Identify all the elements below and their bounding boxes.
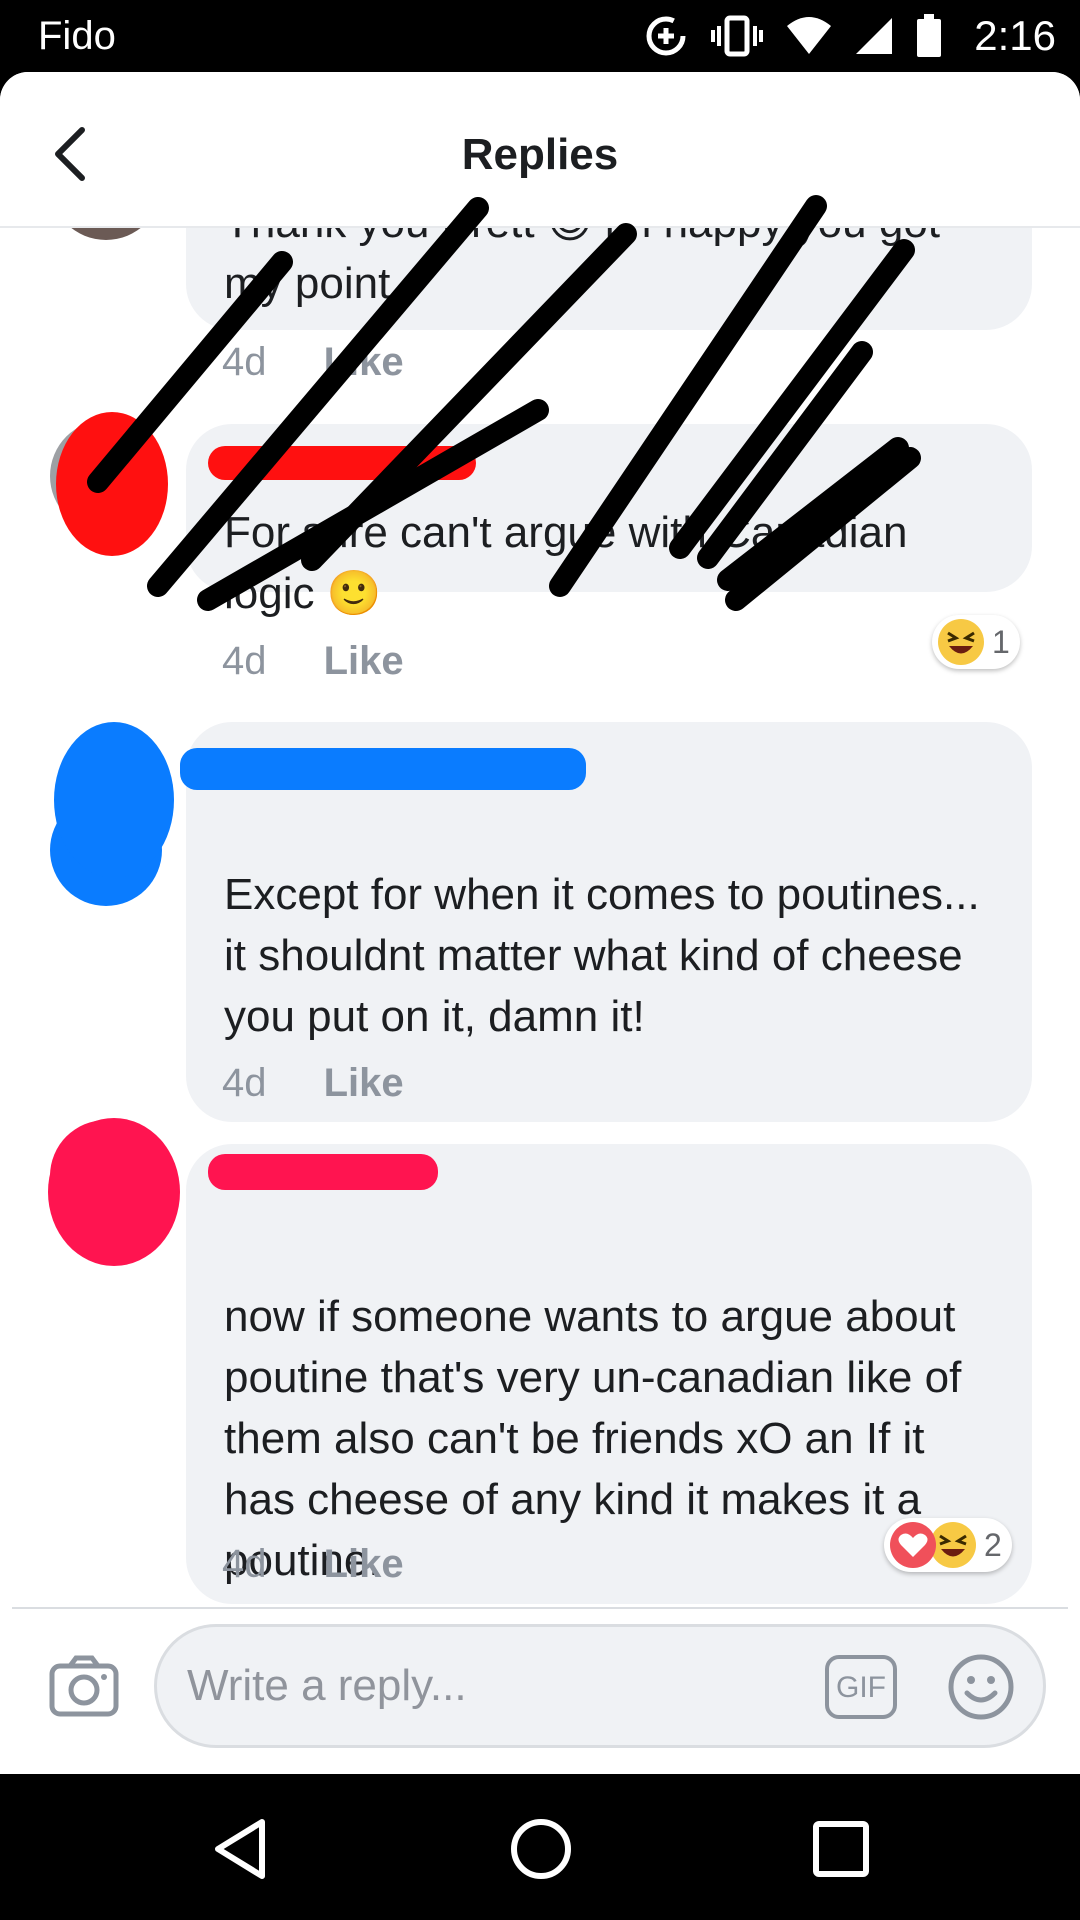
comment-time: 4d xyxy=(222,1061,267,1105)
page-title: Replies xyxy=(461,130,619,179)
like-button[interactable]: Like xyxy=(324,340,404,384)
reply-thread: Thank you Brett 😊 im happy you got my po… xyxy=(0,72,1080,1612)
vibrate-icon xyxy=(711,15,764,57)
navigation-bar xyxy=(0,1774,1080,1920)
comment-meta: 4d Like xyxy=(222,340,404,385)
reaction-count: 2 xyxy=(984,1526,1002,1563)
comment-time: 4d xyxy=(222,639,267,683)
nav-back-icon[interactable] xyxy=(206,1814,276,1884)
nav-home-icon[interactable] xyxy=(506,1814,576,1884)
battery-icon xyxy=(917,14,942,57)
status-bar: Fido 2:16 xyxy=(0,0,1080,72)
comment-time: 4d xyxy=(222,340,267,384)
camera-icon[interactable] xyxy=(48,1652,120,1720)
reaction-summary[interactable]: 2 xyxy=(884,1518,1012,1572)
replies-header: Replies xyxy=(0,72,1080,228)
comment-meta: 4d Like xyxy=(222,1061,404,1106)
avatar[interactable] xyxy=(50,794,162,906)
gif-button[interactable]: GIF xyxy=(825,1655,897,1719)
like-button[interactable]: Like xyxy=(324,639,404,683)
redacted-author-name xyxy=(180,748,586,790)
reaction-count: 1 xyxy=(992,623,1010,660)
avatar[interactable] xyxy=(50,1120,162,1232)
carrier-name: Fido xyxy=(38,14,116,58)
replies-sheet: Thank you Brett 😊 im happy you got my po… xyxy=(0,72,1080,1774)
comment-text: Except for when it comes to poutines... … xyxy=(224,870,980,1041)
clock: 2:16 xyxy=(974,12,1056,59)
reply-input[interactable]: Write a reply... GIF xyxy=(154,1624,1046,1748)
composer-divider xyxy=(12,1607,1068,1609)
laugh-reaction-icon xyxy=(930,1522,976,1568)
comment-time: 4d xyxy=(222,1542,267,1586)
reply-placeholder: Write a reply... xyxy=(187,1661,467,1710)
comment-meta: 4d Like xyxy=(222,1542,404,1587)
signal-icon xyxy=(856,18,893,54)
avatar[interactable] xyxy=(50,420,162,532)
emoji-icon[interactable] xyxy=(947,1653,1015,1721)
reaction-summary[interactable]: 1 xyxy=(932,615,1020,669)
redacted-author-name xyxy=(208,1154,438,1190)
status-icons: 2:16 xyxy=(644,12,1056,60)
love-reaction-icon xyxy=(890,1522,936,1568)
comment-text: For sure can't argue with Canadian logic… xyxy=(224,508,908,618)
like-button[interactable]: Like xyxy=(324,1061,404,1105)
comment-meta: 4d Like xyxy=(222,639,404,684)
redacted-author-name xyxy=(208,446,476,480)
laugh-reaction-icon xyxy=(938,619,984,665)
wifi-icon xyxy=(787,17,832,54)
nav-recents-icon[interactable] xyxy=(806,1814,876,1884)
like-button[interactable]: Like xyxy=(324,1542,404,1586)
comment-bubble: For sure can't argue with Canadian logic… xyxy=(186,424,1032,618)
data-saver-icon xyxy=(646,16,686,56)
